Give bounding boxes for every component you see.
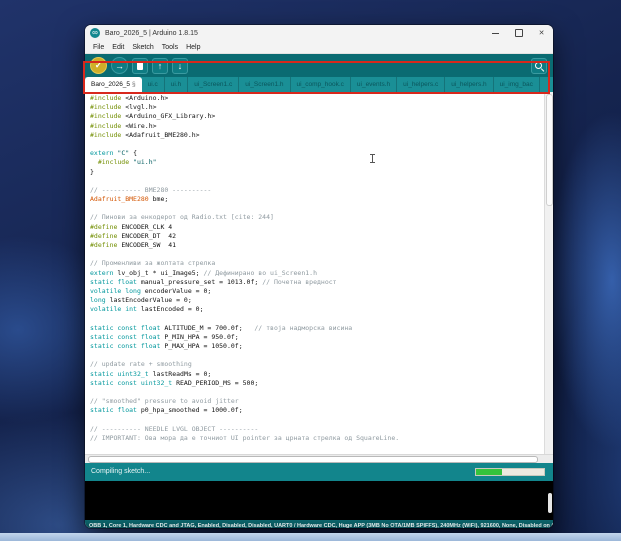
- desktop-background: ∞ Baro_2026_5 | Arduino 1.8.15 ✕ FileEdi…: [0, 0, 621, 541]
- compile-progress-bar: [475, 468, 545, 476]
- text-cursor-ibeam: [372, 154, 373, 163]
- horizontal-scrollbar-thumb[interactable]: [88, 456, 538, 463]
- serial-monitor-button[interactable]: [531, 58, 547, 74]
- menu-sketch[interactable]: Sketch: [128, 44, 157, 51]
- open-arrow-icon: ↑: [158, 61, 163, 71]
- code-line: static const uint32_t READ_PERIOD_MS = 5…: [90, 379, 553, 388]
- tab-bar: Baro_2026_5§ui.cui.hui_Screen1.cui_Scree…: [85, 77, 553, 92]
- code-line: [90, 416, 553, 425]
- tab-ui_helpers.h[interactable]: ui_helpers.h: [445, 77, 493, 92]
- code-line: static uint32_t lastReadMs = 0;: [90, 370, 553, 379]
- open-button[interactable]: ↑: [152, 58, 168, 74]
- code-line: // ---------- BME280 ----------: [90, 186, 553, 195]
- save-arrow-icon: ↓: [178, 61, 183, 71]
- tab-ui_comp_hook.c[interactable]: ui_comp_hook.c: [291, 77, 351, 92]
- code-editor[interactable]: #include <Arduino.h>#include <lvgl.h>#in…: [85, 92, 553, 454]
- code-line: volatile int lastEncoded = 0;: [90, 305, 553, 314]
- tab-modified-mark: §: [132, 81, 136, 88]
- code-line: volatile long encoderValue = 0;: [90, 287, 553, 296]
- code-line: extern "C" {: [90, 149, 553, 158]
- editor-horizontal-scrollbar[interactable]: [85, 454, 553, 463]
- code-line: #include <lvgl.h>: [90, 103, 553, 112]
- code-lines: #include <Arduino.h>#include <lvgl.h>#in…: [90, 94, 553, 443]
- code-line: // ---------- NEEDLE LVGL OBJECT -------…: [90, 425, 553, 434]
- code-line: [90, 388, 553, 397]
- arduino-app-icon: ∞: [90, 28, 100, 38]
- tab-ui_events.h[interactable]: ui_events.h: [351, 77, 397, 92]
- code-line: #define ENCODER_DT 42: [90, 232, 553, 241]
- code-line: // Пинови за енкодерот од Radio.txt [cit…: [90, 213, 553, 222]
- code-line: [90, 250, 553, 259]
- code-line: extern lv_obj_t * ui_Image5; // Дефинира…: [90, 269, 553, 278]
- code-line: static const float P_MAX_HPA = 1050.0f;: [90, 342, 553, 351]
- minimize-button[interactable]: [484, 25, 507, 41]
- minimize-icon: [492, 33, 499, 34]
- code-line: #include <Adafruit_BME280.h>: [90, 131, 553, 140]
- menu-file[interactable]: File: [89, 44, 108, 51]
- menu-bar: FileEditSketchToolsHelp: [85, 41, 553, 54]
- console-output[interactable]: [85, 481, 553, 520]
- code-line: // Променливи за жолтата стрелка: [90, 259, 553, 268]
- tab-ui_Screen1.c[interactable]: ui_Screen1.c: [188, 77, 239, 92]
- new-document-icon: [137, 62, 143, 70]
- tab-ui_helpers.c[interactable]: ui_helpers.c: [397, 77, 445, 92]
- code-line: }: [90, 168, 553, 177]
- arduino-ide-window: ∞ Baro_2026_5 | Arduino 1.8.15 ✕ FileEdi…: [85, 25, 553, 528]
- tab-ui.h[interactable]: ui.h: [165, 77, 188, 92]
- code-line: Adafruit_BME280 bme;: [90, 195, 553, 204]
- code-line: [90, 204, 553, 213]
- code-line: static const float P_MIN_HPA = 950.0f;: [90, 333, 553, 342]
- code-line: [90, 315, 553, 324]
- editor-vertical-scrollbar[interactable]: [544, 92, 553, 454]
- toolbar: ✓ → ↑ ↓: [85, 54, 553, 77]
- maximize-button[interactable]: [507, 25, 530, 41]
- close-icon: ✕: [539, 29, 545, 37]
- status-bar: Compiling sketch...: [85, 463, 553, 481]
- menu-edit[interactable]: Edit: [108, 44, 128, 51]
- code-line: [90, 351, 553, 360]
- code-line: #include "ui.h": [90, 158, 553, 167]
- tab-ui.c[interactable]: ui.c: [142, 77, 165, 92]
- title-bar[interactable]: ∞ Baro_2026_5 | Arduino 1.8.15 ✕: [85, 25, 553, 41]
- maximize-icon: [515, 29, 523, 37]
- tab-ui_img_bac[interactable]: ui_img_bac: [494, 77, 540, 92]
- code-line: [90, 140, 553, 149]
- code-line: // IMPORTANT: Ова мора да е точниот UI p…: [90, 434, 553, 443]
- code-line: static float p0_hpa_smoothed = 1000.0f;: [90, 406, 553, 415]
- code-line: #define ENCODER_CLK 4: [90, 223, 553, 232]
- magnifier-icon: [535, 62, 544, 71]
- tab-Baro_2026_5[interactable]: Baro_2026_5§: [85, 77, 142, 92]
- new-sketch-button[interactable]: [132, 58, 148, 74]
- code-line: static const float ALTITUDE_M = 700.0f; …: [90, 324, 553, 333]
- code-line: long lastEncoderValue = 0;: [90, 296, 553, 305]
- verify-button[interactable]: ✓: [90, 57, 107, 74]
- menu-help[interactable]: Help: [182, 44, 204, 51]
- close-button[interactable]: ✕: [530, 25, 553, 41]
- code-line: // "smoothed" pressure to avoid jitter: [90, 397, 553, 406]
- code-line: #include <Arduino.h>: [90, 94, 553, 103]
- code-line: // update rate + smoothing: [90, 360, 553, 369]
- upload-button[interactable]: →: [111, 57, 128, 74]
- code-line: #define ENCODER_SW 41: [90, 241, 553, 250]
- check-icon: ✓: [95, 60, 103, 71]
- console-scrollbar-thumb[interactable]: [548, 493, 552, 513]
- code-line: static float manual_pressure_set = 1013.…: [90, 278, 553, 287]
- board-info-statusline: OBB 1, Core 1, Hardware CDC and JTAG, En…: [85, 520, 553, 528]
- windows-taskbar[interactable]: [0, 533, 621, 541]
- tab-ui_Screen1.h[interactable]: ui_Screen1.h: [239, 77, 290, 92]
- menu-tools[interactable]: Tools: [158, 44, 182, 51]
- code-line: #include <Wire.h>: [90, 122, 553, 131]
- window-controls: ✕: [484, 25, 553, 41]
- code-line: [90, 177, 553, 186]
- upload-arrow-icon: →: [115, 61, 124, 71]
- window-title: Baro_2026_5 | Arduino 1.8.15: [105, 30, 198, 37]
- save-button[interactable]: ↓: [172, 58, 188, 74]
- vertical-scrollbar-thumb[interactable]: [546, 94, 553, 206]
- code-line: #include <Arduino_GFX_Library.h>: [90, 112, 553, 121]
- progress-fill: [476, 469, 502, 475]
